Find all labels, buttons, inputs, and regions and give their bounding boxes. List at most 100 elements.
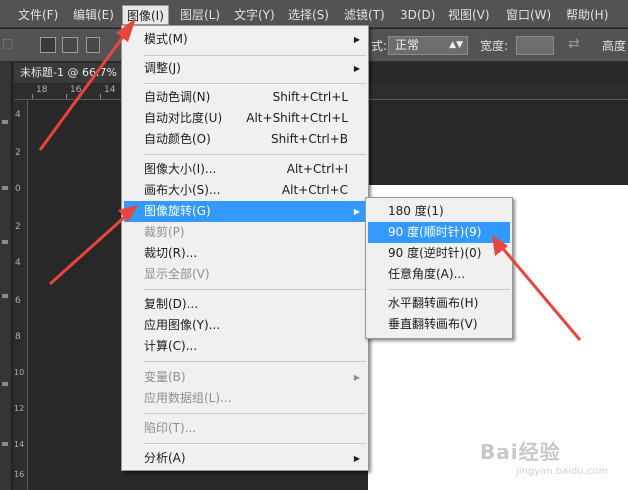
menu-item-label: 计算(C)... (144, 339, 198, 353)
menu-item-auto-color[interactable]: 自动颜色(O) Shift+Ctrl+B (124, 129, 366, 150)
menu-item-label: 图像大小(I)... (144, 162, 217, 176)
swap-icon[interactable]: ⇄ (568, 36, 580, 52)
ruler-tick-label: 12 (14, 404, 25, 413)
menu-item-image-rotation[interactable]: 图像旋转(G) ▶ (124, 201, 366, 222)
menu-select[interactable]: 选择(S) (284, 5, 333, 25)
menu-image[interactable]: 图像(I) (122, 5, 169, 25)
watermark-url: jingyan.baidu.com (516, 466, 609, 477)
menu-item-trim[interactable]: 裁切(R)... (124, 243, 366, 264)
menu-item-label: 裁剪(P) (144, 225, 185, 239)
menu-window[interactable]: 窗口(W) (502, 5, 555, 25)
menu-item-image-size[interactable]: 图像大小(I)... Alt+Ctrl+I (124, 159, 366, 180)
ruler-tick-label: 0 (15, 184, 21, 194)
add-selection-icon[interactable] (62, 37, 78, 53)
menu-help[interactable]: 帮助(H) (562, 5, 612, 25)
menu-item-label: 调整(J) (144, 61, 181, 75)
style-select[interactable]: 正常 ▲▼ (388, 36, 468, 55)
ruler-mark (100, 94, 101, 99)
ruler-tick-label: 18 (36, 85, 48, 95)
menu-item-label: 垂直翻转画布(V) (388, 317, 478, 331)
ruler-tick-label: 14 (14, 440, 25, 449)
menu-item-label: 180 度(1) (388, 204, 444, 218)
shortcut-text: Shift+Ctrl+B (271, 132, 348, 146)
ruler-tick-label: 16 (14, 470, 25, 479)
menu-item-mode[interactable]: 模式(M) ▶ (124, 29, 366, 50)
ruler-tick-label: 4 (15, 258, 21, 268)
ruler-tick-label: 8 (15, 332, 21, 342)
ruler-tick-label: 16 (70, 85, 82, 95)
width-label: 宽度: (480, 39, 509, 53)
tool-strip (0, 62, 12, 490)
width-field[interactable] (516, 36, 554, 55)
menu-item-adjustments[interactable]: 调整(J) ▶ (124, 58, 366, 79)
menu-edit[interactable]: 编辑(E) (69, 5, 118, 25)
menu-view[interactable]: 视图(V) (444, 5, 494, 25)
shortcut-text: Alt+Shift+Ctrl+L (246, 111, 348, 125)
submenu-item-rotate-90-ccw[interactable]: 90 度(逆时针)(0) (368, 243, 510, 264)
tool-icon[interactable] (2, 120, 8, 124)
menu-separator (144, 83, 366, 84)
dotted-marquee-icon[interactable]: ⬚ (2, 36, 13, 50)
height-label: 高度 (602, 39, 627, 53)
tool-icon[interactable] (2, 240, 8, 244)
tool-icon[interactable] (2, 382, 8, 386)
tool-icon[interactable] (2, 186, 8, 190)
menu-item-analysis[interactable]: 分析(A) ▶ (124, 448, 366, 469)
shortcut-text: Alt+Ctrl+I (286, 162, 348, 176)
submenu-item-arbitrary[interactable]: 任意角度(A)... (368, 264, 510, 285)
style-select-value: 正常 (395, 38, 420, 52)
menu-layer[interactable]: 图层(L) (176, 5, 224, 25)
menu-3d[interactable]: 3D(D) (396, 5, 439, 25)
image-rotation-submenu: 180 度(1) 90 度(顺时针)(9) 90 度(逆时针)(0) 任意角度(… (365, 197, 513, 339)
submenu-item-flip-vertical[interactable]: 垂直翻转画布(V) (368, 314, 510, 335)
menu-item-trap[interactable]: 陷印(T)... (124, 418, 366, 439)
document-tab[interactable]: 未标题-1 @ 66.7% (14, 63, 124, 83)
menu-item-apply-data-set[interactable]: 应用数据组(L)... (124, 388, 366, 409)
menu-separator (144, 443, 366, 444)
ruler-tick-label: 6 (15, 296, 21, 306)
ruler-tick-label: 10 (14, 368, 25, 377)
menu-item-duplicate[interactable]: 复制(D)... (124, 294, 366, 315)
shortcut-text: Alt+Ctrl+C (281, 183, 348, 197)
submenu-item-rotate-90-cw[interactable]: 90 度(顺时针)(9) (368, 222, 510, 243)
tool-icon[interactable] (2, 442, 8, 446)
menu-item-label: 自动对比度(U) (144, 111, 223, 125)
chevron-updown-icon: ▲▼ (449, 40, 463, 50)
menu-item-auto-contrast[interactable]: 自动对比度(U) Alt+Shift+Ctrl+L (124, 108, 366, 129)
submenu-arrow-icon: ▶ (353, 373, 360, 382)
menu-separator (144, 289, 366, 290)
ruler-tick-label: 14 (104, 85, 116, 95)
menu-item-calculations[interactable]: 计算(C)... (124, 336, 366, 357)
menu-item-canvas-size[interactable]: 画布大小(S)... Alt+Ctrl+C (124, 180, 366, 201)
menu-item-crop[interactable]: 裁剪(P) (124, 222, 366, 243)
submenu-arrow-icon: ▶ (353, 207, 360, 216)
ruler-tick-label: 2 (15, 222, 21, 232)
menu-bar: 文件(F) 编辑(E) 图像(I) 图层(L) 文字(Y) 选择(S) 滤镜(T… (0, 0, 628, 28)
menu-item-apply-image[interactable]: 应用图像(Y)... (124, 315, 366, 336)
menu-item-label: 变量(B) (144, 370, 186, 384)
new-selection-icon[interactable] (40, 37, 56, 53)
menu-item-label: 模式(M) (144, 32, 188, 46)
tool-icon[interactable] (2, 294, 8, 298)
submenu-arrow-icon: ▶ (353, 454, 360, 463)
menu-item-label: 陷印(T)... (144, 421, 197, 435)
ruler-mark (32, 94, 33, 99)
menu-item-label: 90 度(顺时针)(9) (388, 225, 482, 239)
menu-type[interactable]: 文字(Y) (230, 5, 279, 25)
subtract-selection-icon[interactable] (86, 37, 100, 53)
menu-item-reveal-all[interactable]: 显示全部(V) (124, 264, 366, 285)
submenu-item-rotate-180[interactable]: 180 度(1) (368, 201, 510, 222)
menu-item-label: 显示全部(V) (144, 267, 210, 281)
submenu-item-flip-horizontal[interactable]: 水平翻转画布(H) (368, 293, 510, 314)
style-label: 式: (371, 39, 388, 53)
menu-separator (144, 154, 366, 155)
menu-item-label: 裁切(R)... (144, 246, 198, 260)
menu-filter[interactable]: 滤镜(T) (340, 5, 389, 25)
ruler-tick-label: 4 (15, 110, 21, 120)
menu-separator (144, 413, 366, 414)
menu-item-variables[interactable]: 变量(B) ▶ (124, 367, 366, 388)
menu-item-label: 自动色调(N) (144, 90, 211, 104)
ruler-tick-label: 2 (15, 148, 21, 158)
menu-item-auto-tone[interactable]: 自动色调(N) Shift+Ctrl+L (124, 87, 366, 108)
menu-file[interactable]: 文件(F) (14, 5, 62, 25)
